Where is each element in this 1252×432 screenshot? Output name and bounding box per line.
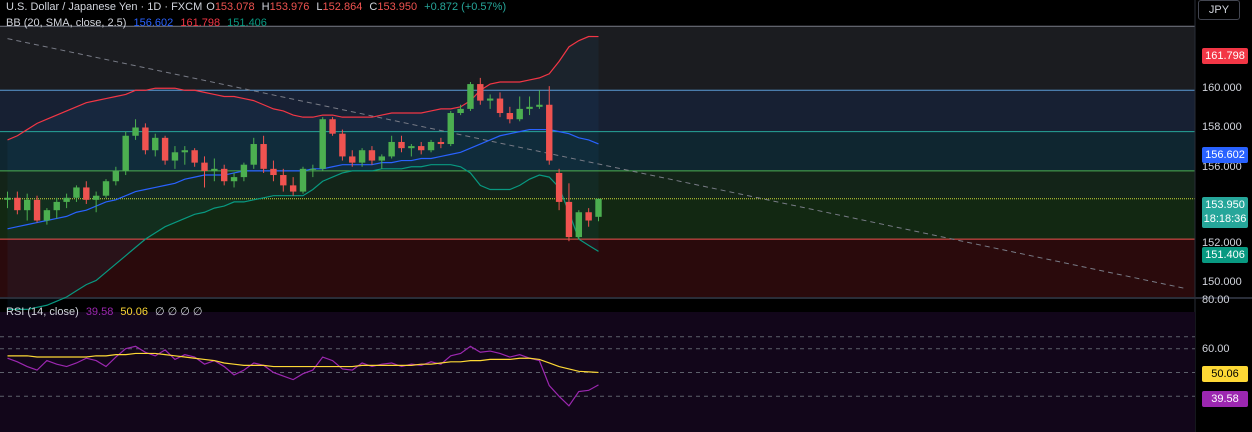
candle-body [171, 152, 179, 161]
last-price-badge: 153.950 18:18:36 [1202, 197, 1248, 228]
bb-basis-badge: 156.602 [1202, 147, 1248, 163]
candle-body [14, 197, 21, 211]
high-label: H [261, 1, 270, 13]
candle-body [388, 141, 395, 157]
symbol-legend: U.S. Dollar / Japanese Yen · 1D · FXCM O1… [6, 0, 510, 14]
bb-basis-value: 156.602 [133, 17, 174, 29]
open-label: O [206, 1, 215, 13]
bb-label: BB (20, SMA, close, 2.5) [6, 17, 127, 29]
price-tick: 150.000 [1202, 276, 1242, 288]
low-value: 152.864 [322, 1, 363, 13]
rsi-rest-values: ∅ ∅ ∅ ∅ [155, 306, 203, 318]
bb-upper-value: 161.798 [180, 17, 221, 29]
candle-body [230, 177, 238, 182]
candle-body [289, 185, 297, 192]
candle-body [211, 168, 218, 171]
candle-body [319, 119, 326, 169]
candle-body [240, 164, 248, 178]
candle-body [349, 156, 356, 163]
candle-body [378, 156, 385, 161]
candle-body [63, 197, 70, 202]
candle-body [250, 144, 257, 165]
candle-body [486, 98, 494, 101]
bar-countdown: 18:18:36 [1203, 213, 1247, 225]
candle-body [418, 146, 425, 151]
bb-upper-badge: 161.798 [1202, 48, 1248, 64]
candle-body [447, 113, 454, 145]
candle-body [152, 137, 159, 151]
candle-body [516, 108, 523, 120]
candle-body [555, 172, 563, 202]
chart-app: U.S. Dollar / Japanese Yen · 1D · FXCM O1… [0, 0, 1252, 432]
candle-body [329, 119, 336, 134]
candle-body [4, 197, 11, 200]
candle-body [24, 199, 31, 211]
rsi-badge: 39.58 [1202, 391, 1248, 407]
candle-body [408, 146, 415, 149]
low-label: L [316, 1, 323, 13]
rsi-tick: 60.00 [1202, 343, 1230, 355]
candle-body [270, 168, 277, 176]
candle-body [161, 137, 169, 161]
candle-body [467, 84, 474, 109]
candle-body [53, 201, 60, 211]
rsi-ma-value: 50.06 [120, 306, 148, 318]
candle-body [595, 198, 602, 217]
change-value: +0.872 (+0.57%) [424, 1, 507, 13]
candle-body [181, 150, 188, 153]
candle-body [132, 127, 139, 136]
candle-body [102, 181, 110, 196]
rsi-label: RSI (14, close) [6, 306, 79, 318]
last-price-value: 153.950 [1205, 199, 1245, 211]
candle-body [280, 175, 287, 186]
candle-body [339, 133, 346, 157]
candle-body [83, 187, 90, 200]
currency-button[interactable]: JPY [1198, 0, 1240, 20]
candle-body [112, 170, 120, 182]
bb-lower-badge: 151.406 [1202, 247, 1248, 263]
candle-body [457, 108, 464, 114]
candle-body [575, 212, 582, 238]
rsi-legend[interactable]: RSI (14, close) 39.58 50.06 ∅ ∅ ∅ ∅ [6, 305, 207, 319]
candle-body [427, 141, 435, 151]
price-tick: 158.000 [1202, 121, 1242, 133]
candle-body [368, 150, 376, 161]
candle-body [437, 141, 445, 145]
candle-body [92, 195, 100, 200]
high-value: 153.976 [269, 1, 310, 13]
price-tick: 160.000 [1202, 82, 1242, 94]
candle-body [142, 127, 149, 151]
symbol-title[interactable]: U.S. Dollar / Japanese Yen · 1D · FXCM [6, 1, 202, 13]
candle-body [73, 187, 80, 198]
candle-body [546, 104, 553, 161]
open-value: 153.078 [214, 1, 255, 13]
candle-body [260, 144, 267, 169]
bb-lower-value: 151.406 [227, 17, 267, 29]
candle-body [526, 106, 533, 109]
candle-body [43, 210, 51, 221]
candle-body [191, 150, 198, 163]
rsi-value: 39.58 [85, 306, 114, 318]
bb-legend[interactable]: BB (20, SMA, close, 2.5) 156.602 161.798… [6, 16, 271, 30]
candle-body [536, 104, 543, 107]
candle-body [358, 150, 366, 163]
candle-body [309, 168, 317, 170]
candle-body [477, 84, 484, 101]
chart-canvas[interactable] [0, 0, 1252, 432]
candle-body [33, 199, 41, 221]
close-value: 153.950 [377, 1, 418, 13]
candle-body [496, 98, 504, 114]
candle-body [506, 113, 514, 120]
rsi-ma-badge: 50.06 [1202, 366, 1248, 382]
candle-body [585, 212, 592, 221]
candle-body [221, 168, 228, 182]
candle-body [299, 168, 307, 192]
rsi-tick: 80.00 [1202, 294, 1230, 306]
candle-body [398, 141, 405, 149]
candle-body [565, 201, 573, 238]
candle-body [122, 135, 129, 171]
candle-body [201, 162, 208, 171]
